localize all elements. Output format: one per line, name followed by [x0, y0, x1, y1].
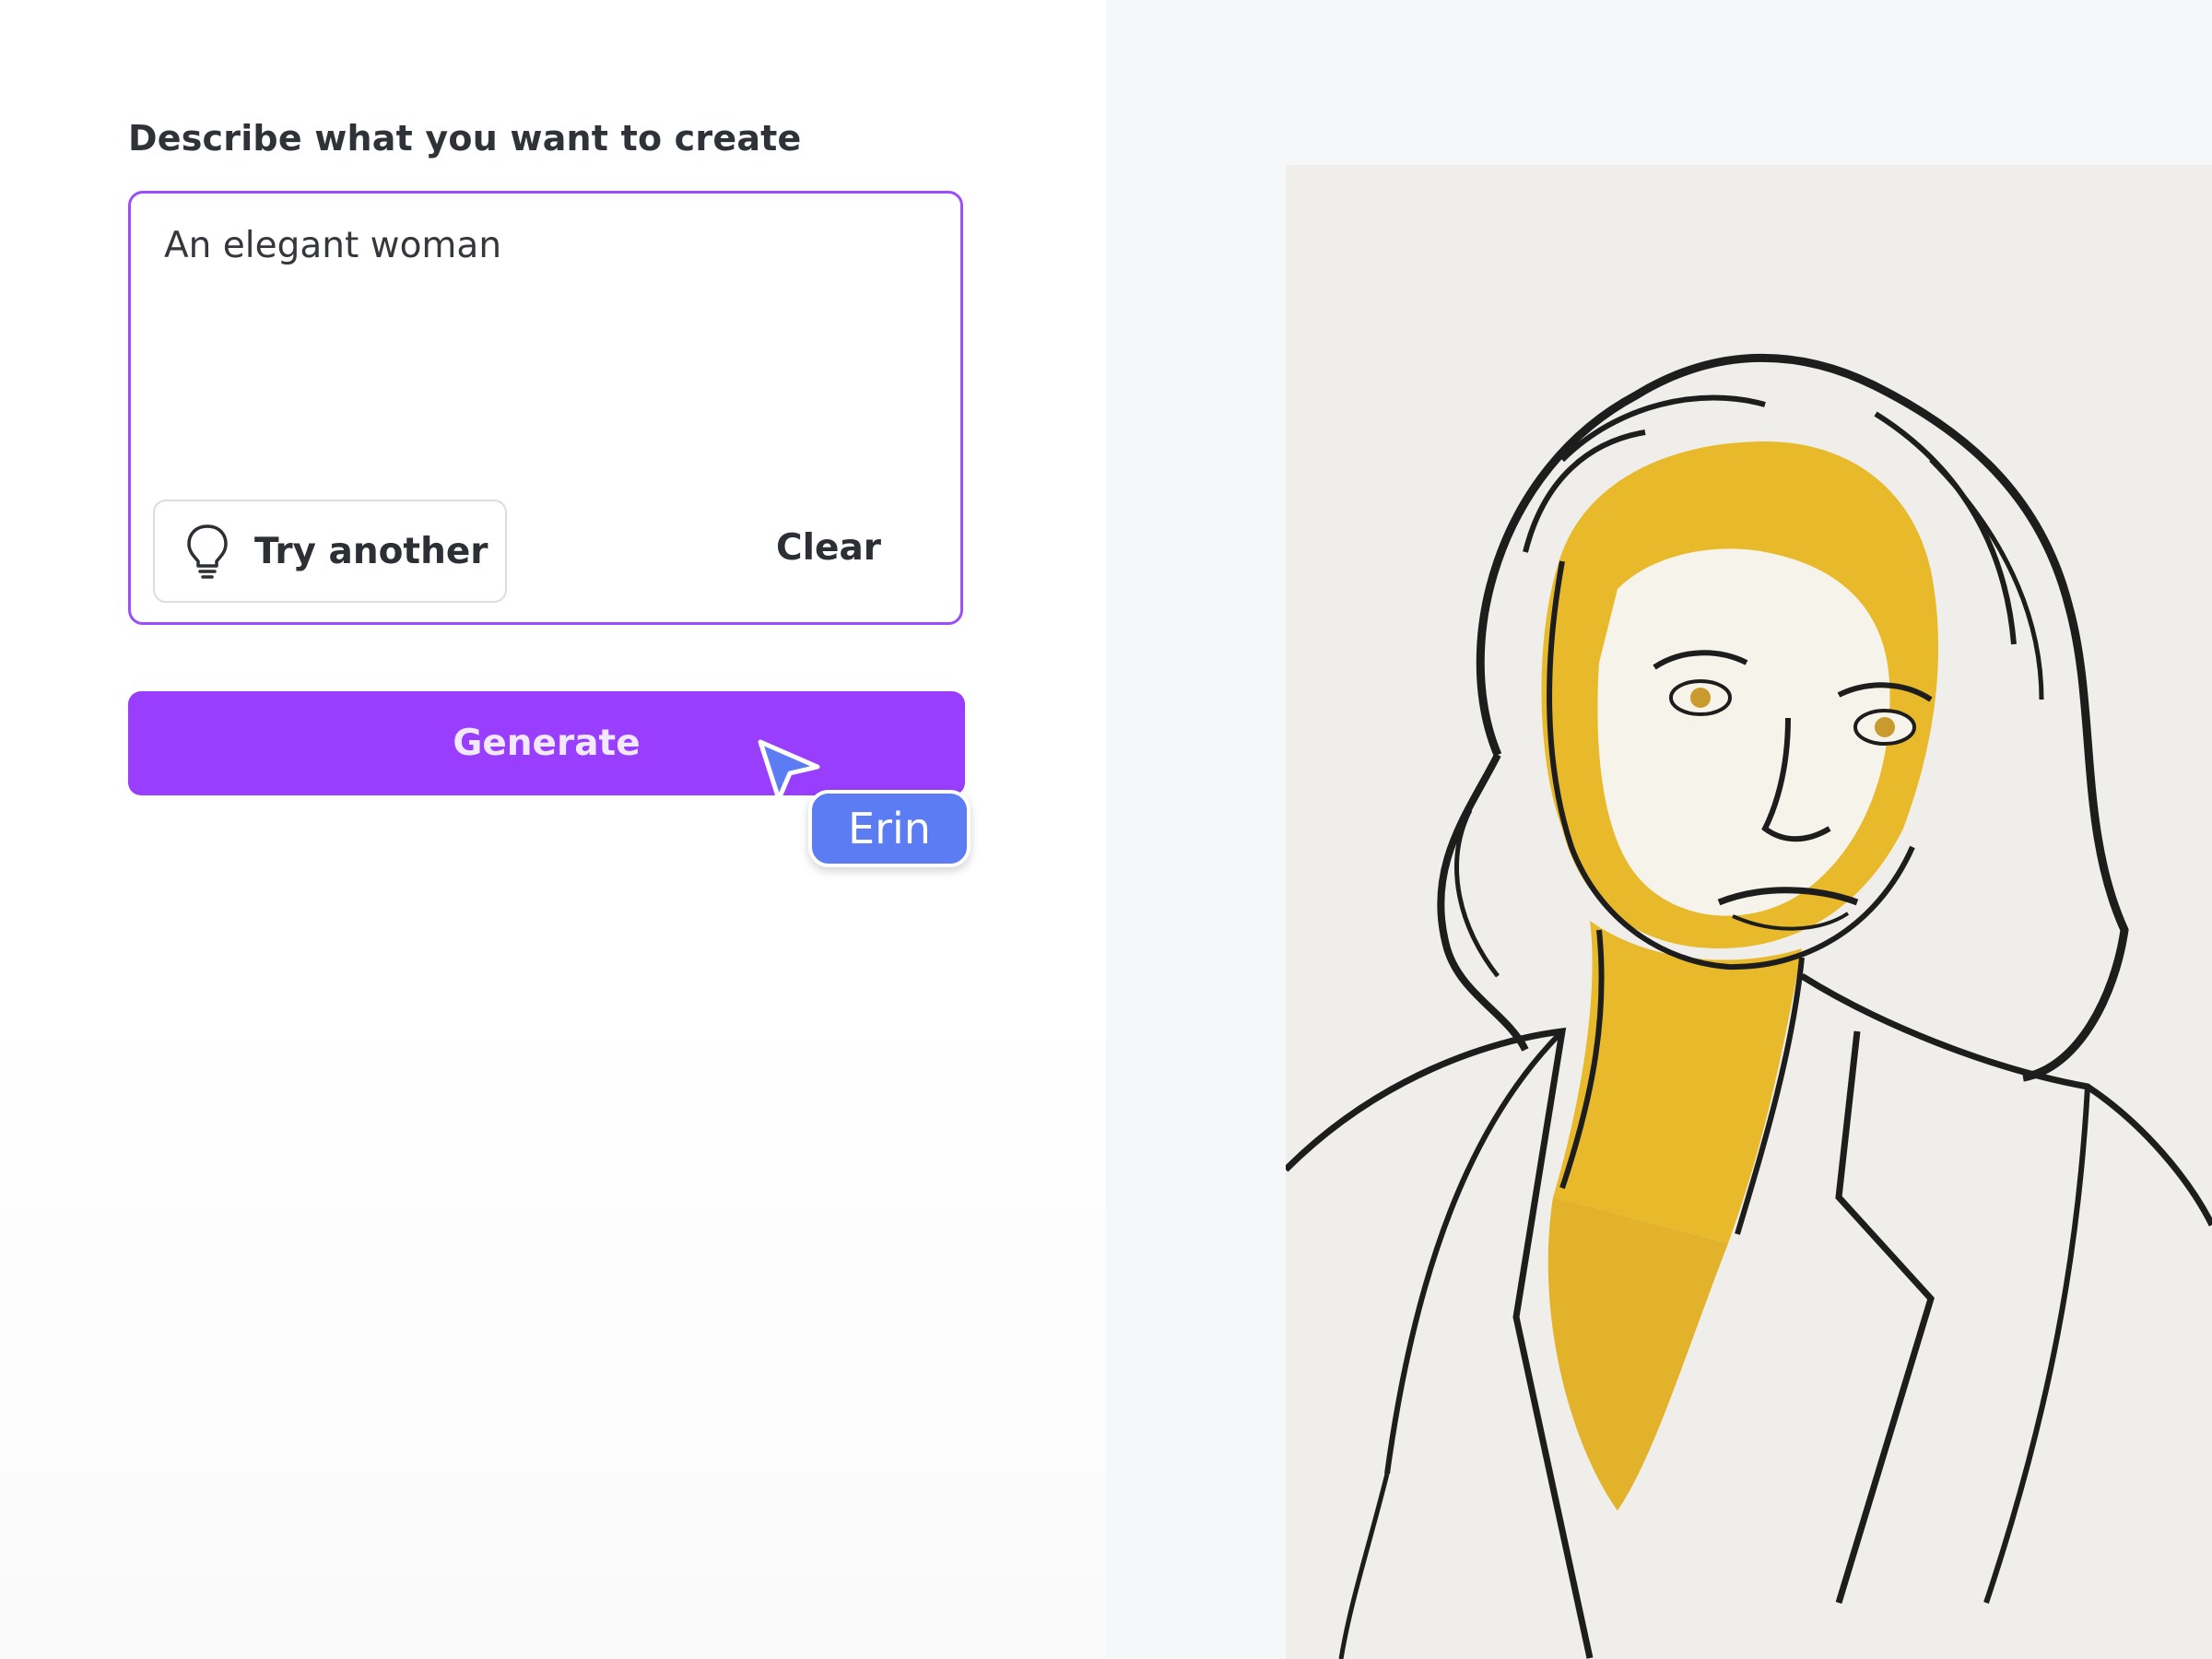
lightbulb-icon	[184, 523, 230, 580]
generated-portrait-image[interactable]	[1286, 165, 2212, 1659]
prompt-input-value[interactable]: An elegant woman	[164, 225, 501, 266]
try-another-button[interactable]: Try another	[153, 500, 507, 603]
clear-button[interactable]: Clear	[776, 527, 881, 569]
prompt-textarea[interactable]: An elegant woman Try another Clear	[128, 191, 963, 625]
collaborator-name-badge: Erin	[808, 790, 971, 867]
try-another-label: Try another	[254, 530, 488, 572]
prompt-label: Describe what you want to create	[128, 118, 802, 159]
generate-button[interactable]: Generate	[128, 691, 965, 795]
prompt-panel: Describe what you want to create An eleg…	[0, 0, 1106, 1659]
